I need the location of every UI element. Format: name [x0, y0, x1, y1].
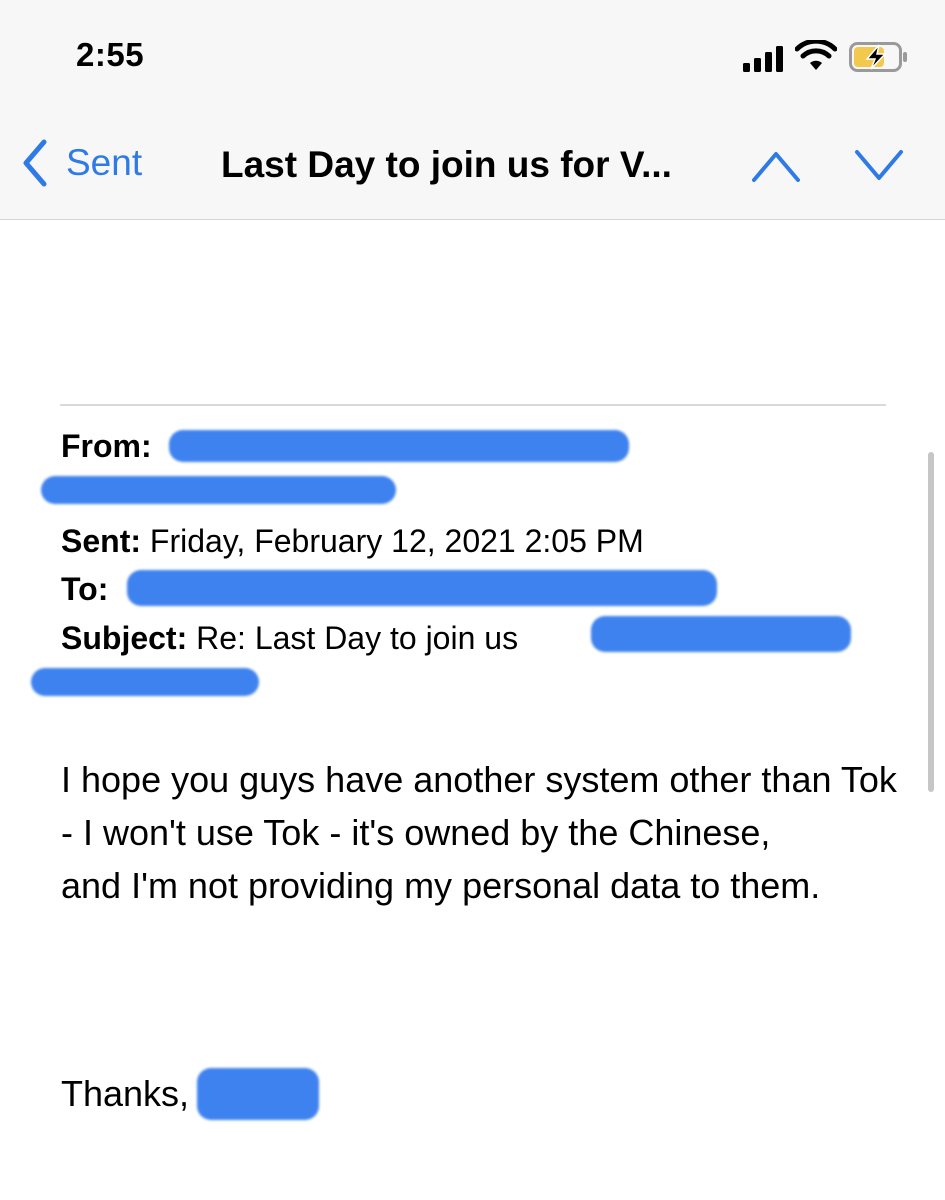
message-title: Last Day to join us for V... — [221, 144, 672, 185]
wifi-icon — [795, 40, 837, 70]
signoff: Thanks, — [61, 1073, 189, 1115]
back-chevron-icon — [23, 139, 47, 187]
previous-message-icon[interactable] — [750, 146, 802, 186]
redacted-signature — [197, 1068, 319, 1120]
scrollbar[interactable] — [928, 452, 934, 792]
body-paragraph: I hope you guys have another system othe… — [61, 759, 897, 853]
quote-divider — [60, 404, 886, 406]
back-button[interactable]: Sent — [20, 138, 142, 188]
subject-line: Subject: Re: Last Day to join us — [61, 612, 518, 665]
redacted-subject-continued — [31, 668, 259, 696]
signoff-text: Thanks, — [61, 1073, 190, 1114]
status-time: 2:55 — [76, 36, 145, 73]
redacted-recipient — [127, 570, 717, 606]
from-line: From: — [61, 420, 152, 473]
subject-value: Re: Last Day to join us — [196, 620, 519, 656]
redacted-sender-email — [41, 476, 396, 504]
navigation-bar: Sent Last Day to join us for V... — [0, 128, 945, 200]
email-body: I hope you guys have another system othe… — [61, 753, 901, 912]
to-line: To: — [61, 563, 108, 616]
top-bar: 2:55 Sent Last Day to join us for V... — [0, 0, 945, 220]
next-message-icon[interactable] — [853, 146, 905, 186]
sent-line: Sent: Friday, February 12, 2021 2:05 PM — [61, 515, 644, 568]
redacted-subject-end — [591, 616, 851, 652]
signal-icon — [743, 46, 783, 72]
body-paragraph: and I'm not providing my personal data t… — [61, 865, 821, 906]
back-label: Sent — [66, 142, 143, 183]
subject-label: Subject: — [61, 620, 188, 656]
sent-value: Friday, February 12, 2021 2:05 PM — [149, 523, 644, 559]
redacted-sender-name — [169, 430, 629, 462]
from-label: From: — [61, 428, 152, 464]
to-label: To: — [61, 571, 109, 607]
battery-charging-icon — [849, 42, 907, 72]
sent-label: Sent: — [61, 523, 141, 559]
